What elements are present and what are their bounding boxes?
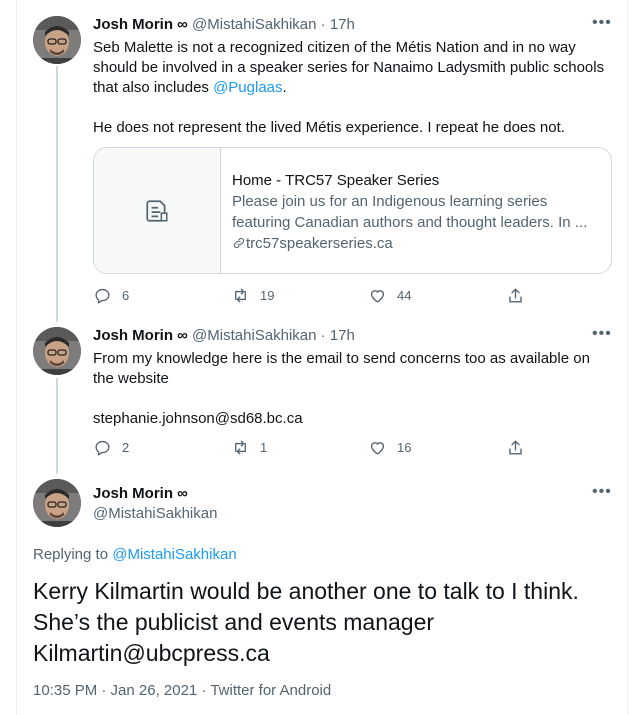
tweet-text-line: She’s the publicist and events manager	[33, 609, 435, 635]
tweet-text: From my knowledge here is the email to s…	[93, 349, 613, 429]
replying-to-handle[interactable]: @MistahiSakhikan	[112, 546, 236, 563]
retweet-count: 1	[260, 440, 268, 455]
like-count: 44	[397, 288, 412, 303]
avatar[interactable]	[33, 16, 81, 64]
tweet-text-line: the website	[93, 370, 169, 387]
tweet-text-line: Seb Malette is not a recognized citizen …	[93, 39, 576, 56]
tweet-time[interactable]: · 17h	[321, 327, 355, 344]
author-name[interactable]: Josh Morin ∞	[93, 484, 217, 504]
reply-count: 6	[122, 288, 130, 303]
more-options-button[interactable]: •••	[592, 483, 612, 501]
author-handle[interactable]: @MistahiSakhikan	[192, 327, 316, 344]
author-name[interactable]: Josh Morin ∞	[93, 327, 188, 344]
avatar-image	[33, 16, 81, 64]
tweet-text-fragment: .	[282, 79, 287, 96]
tweet-text-line: From my knowledge here is the email to s…	[93, 350, 590, 367]
main-tweet-text: Kerry Kilmartin would be another one to …	[33, 576, 613, 669]
tweet-actions: 6 19 44	[93, 286, 533, 306]
retweet-button[interactable]: 1	[231, 438, 267, 457]
card-link: trc57speakerseries.ca	[232, 233, 602, 254]
mention-link[interactable]: @Puglaas	[213, 79, 282, 96]
replying-to-label: Replying to	[33, 546, 113, 563]
reply-button[interactable]: 2	[93, 438, 129, 457]
reply-button[interactable]: 6	[93, 286, 129, 305]
avatar-image	[33, 327, 81, 375]
like-icon	[370, 290, 385, 303]
author-handle[interactable]: @MistahiSakhikan	[93, 504, 217, 524]
tweet-text-line: Kilmartin@ubcpress.ca	[33, 640, 270, 666]
tweet-time[interactable]: · 17h	[321, 16, 355, 33]
tweet-actions: 2 1 16	[93, 438, 533, 458]
avatar[interactable]	[33, 327, 81, 375]
author-handle[interactable]: @MistahiSakhikan	[192, 16, 316, 33]
share-icon	[509, 288, 522, 303]
tweet-text-line: Kerry Kilmartin would be another one to …	[33, 578, 579, 604]
share-button[interactable]	[506, 438, 525, 457]
card-body: Home - TRC57 Speaker Series Please join …	[232, 170, 602, 254]
retweet-icon	[235, 288, 246, 303]
like-icon	[370, 442, 385, 455]
replying-to: Replying to @MistahiSakhikan	[33, 546, 237, 563]
tweet-text-line: should be involved in a speaker series f…	[93, 59, 605, 76]
link-icon	[233, 237, 245, 249]
like-button[interactable]: 16	[368, 438, 411, 457]
tweet-text-fragment: that also includes	[93, 79, 214, 96]
reply-icon	[95, 440, 110, 456]
main-tweet-author: Josh Morin ∞ @MistahiSakhikan	[93, 484, 217, 524]
avatar-image	[33, 479, 81, 527]
like-button[interactable]: 44	[368, 286, 411, 305]
tweet-text: Seb Malette is not a recognized citizen …	[93, 38, 613, 138]
retweet-button[interactable]: 19	[231, 286, 274, 305]
tweet-text-line: stephanie.johnson@sd68.bc.ca	[93, 410, 303, 427]
card-thumbnail	[94, 148, 221, 273]
tweet-text-line: that also includes @Puglaas.	[93, 78, 613, 98]
tweet-header: Josh Morin ∞ @MistahiSakhikan · 17h	[93, 326, 355, 346]
reply-icon	[95, 288, 110, 304]
tweet-text-line: He does not represent the lived Métis ex…	[93, 119, 565, 136]
thread-connector	[56, 66, 58, 322]
link-preview-card[interactable]: Home - TRC57 Speaker Series Please join …	[93, 147, 612, 274]
share-icon	[509, 440, 522, 455]
thread-connector	[56, 378, 58, 474]
retweet-count: 19	[260, 288, 275, 303]
reply-count: 2	[122, 440, 130, 455]
like-count: 16	[397, 440, 412, 455]
card-domain: trc57speakerseries.ca	[246, 235, 393, 252]
tweet-header: Josh Morin ∞ @MistahiSakhikan · 17h	[93, 15, 355, 35]
tweet-metadata[interactable]: 10:35 PM · Jan 26, 2021 · Twitter for An…	[33, 682, 331, 699]
more-options-button[interactable]: •••	[592, 325, 612, 343]
article-icon	[146, 199, 168, 222]
retweet-icon	[235, 440, 246, 455]
avatar[interactable]	[33, 479, 81, 527]
more-options-button[interactable]: •••	[592, 14, 612, 32]
share-button[interactable]	[506, 286, 525, 305]
card-title: Home - TRC57 Speaker Series	[232, 172, 440, 189]
card-description: Please join us for an Indigenous learnin…	[232, 193, 548, 210]
author-name[interactable]: Josh Morin ∞	[93, 16, 188, 33]
card-description: featuring Canadian authors and thought l…	[232, 214, 588, 231]
